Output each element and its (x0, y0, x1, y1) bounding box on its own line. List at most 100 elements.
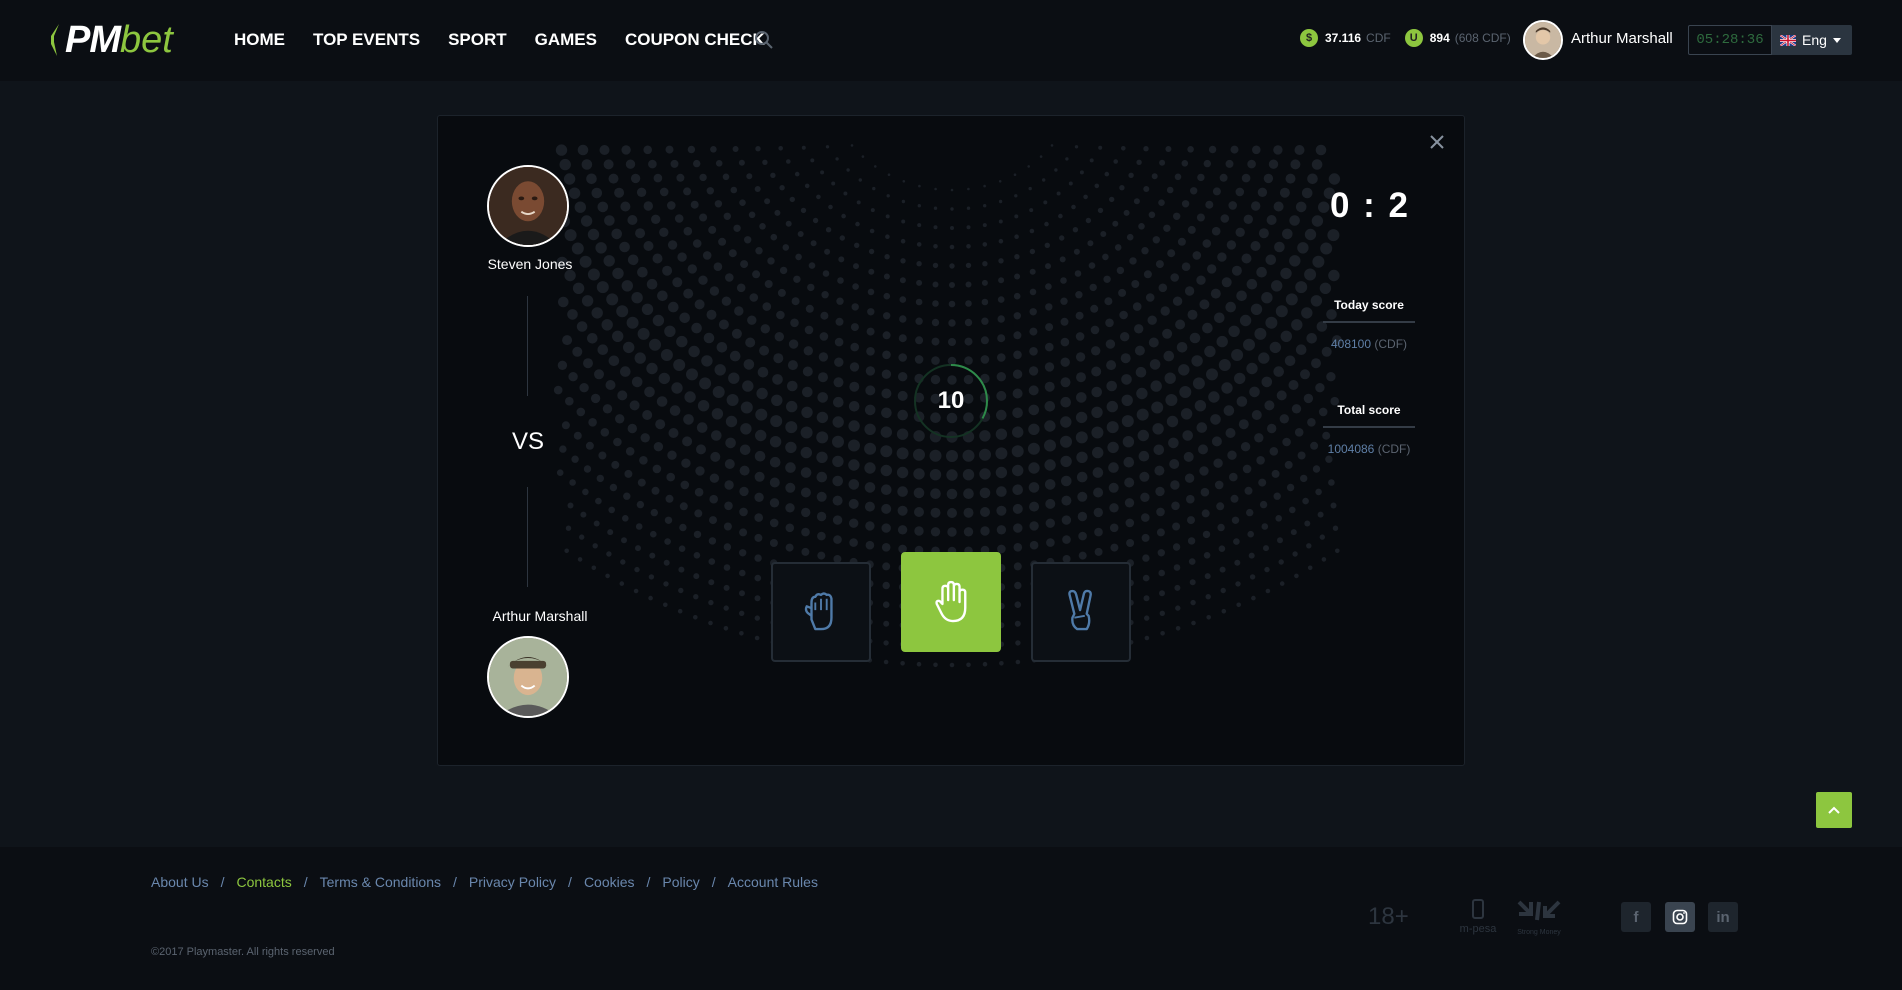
halftone-dot (742, 380, 754, 392)
footer-link-terms[interactable]: Terms & Conditions (320, 874, 441, 890)
user-name[interactable]: Arthur Marshall (1571, 30, 1673, 47)
footer-link-cookies[interactable]: Cookies (584, 874, 635, 890)
nav-games[interactable]: GAMES (535, 28, 597, 52)
halftone-dot (1206, 615, 1211, 620)
halftone-dot (1198, 444, 1208, 455)
halftone-dot (1269, 447, 1279, 456)
halftone-dot (915, 298, 923, 306)
halftone-dot (762, 159, 768, 165)
halftone-dot (1136, 159, 1142, 165)
halftone-dot (1077, 491, 1088, 502)
halftone-dot (576, 407, 586, 417)
nav-coupon-check[interactable]: COUPON CHECK (625, 28, 765, 52)
halftone-dot (712, 386, 725, 398)
halftone-dot (930, 527, 941, 537)
halftone-dot (849, 518, 859, 528)
footer-link-privacy[interactable]: Privacy Policy (469, 874, 556, 890)
today-score-value: 408100 (1330, 337, 1372, 351)
instagram-icon[interactable] (1665, 902, 1695, 932)
halftone-dot (616, 305, 629, 318)
halftone-dot (896, 466, 909, 479)
halftone-dot (598, 451, 607, 460)
halftone-dot (1164, 372, 1176, 384)
halftone-dot (1219, 173, 1228, 182)
halftone-dot (1013, 292, 1021, 300)
halftone-dot (755, 247, 763, 255)
halftone-dot (1247, 530, 1254, 538)
halftone-dot (1307, 418, 1316, 427)
user-avatar[interactable] (1523, 20, 1563, 60)
halftone-dot (899, 277, 906, 284)
halftone-dot (1166, 186, 1174, 194)
halftone-dot (669, 405, 681, 416)
halftone-dot (883, 273, 890, 280)
paper-button[interactable] (901, 552, 1001, 652)
halftone-dot (687, 264, 697, 274)
halftone-dot (1068, 181, 1073, 186)
halftone-dot (1060, 357, 1070, 367)
halftone-dot (1261, 523, 1269, 530)
halftone-dot (637, 266, 648, 278)
nav-top-events[interactable]: TOP EVENTS (313, 28, 420, 52)
close-icon[interactable] (1425, 130, 1449, 154)
halftone-dot (1091, 366, 1102, 377)
halftone-dot (828, 204, 833, 210)
halftone-dot (624, 469, 633, 478)
halftone-dot (1013, 562, 1022, 571)
halftone-dot (619, 241, 630, 253)
halftone-dot (693, 615, 698, 620)
hand-icon (935, 580, 967, 623)
halftone-dot (755, 408, 768, 421)
linkedin-icon[interactable]: in (1708, 902, 1738, 932)
halftone-dot (679, 312, 690, 324)
language-select[interactable]: Eng (1772, 25, 1852, 55)
halftone-dot (606, 293, 619, 306)
halftone-dot (1228, 325, 1240, 337)
halftone-dot (1216, 335, 1228, 348)
halftone-dot (1043, 200, 1048, 205)
halftone-dot (770, 172, 776, 178)
footer-link-contacts[interactable]: Contacts (236, 874, 291, 890)
halftone-dot (1241, 173, 1251, 183)
halftone-dot (1029, 501, 1040, 512)
halftone-dot (1261, 376, 1273, 388)
halftone-dot (1304, 228, 1317, 241)
nav-home[interactable]: HOME (234, 28, 285, 52)
rock-button[interactable] (771, 562, 871, 662)
halftone-dot (834, 357, 844, 367)
halftone-dot (1225, 301, 1236, 313)
pmbet-logo[interactable]: PM bet (49, 19, 173, 61)
halftone-dot (1029, 540, 1039, 550)
facebook-icon[interactable]: f (1621, 902, 1651, 932)
halftone-dot (1301, 187, 1313, 199)
halftone-dot (577, 144, 589, 156)
halftone-dot (1182, 430, 1193, 441)
halftone-dot (785, 503, 795, 513)
halftone-dot (769, 539, 778, 547)
scissors-button[interactable] (1031, 562, 1131, 662)
halftone-dot (913, 468, 925, 480)
halftone-dot (709, 494, 718, 504)
halftone-dot (1119, 185, 1125, 191)
halftone-dot (630, 173, 641, 184)
halftone-dot (1249, 386, 1260, 398)
halftone-dot (1132, 302, 1142, 311)
halftone-dot (1014, 601, 1022, 608)
halftone-dot (965, 281, 972, 288)
halftone-dot (1089, 158, 1094, 163)
search-icon[interactable] (754, 30, 774, 50)
halftone-dot (816, 451, 828, 463)
halftone-dot (1013, 523, 1023, 533)
halftone-dot (791, 297, 800, 306)
footer-link-about[interactable]: About Us (151, 874, 209, 890)
halftone-dot (764, 198, 771, 205)
footer-link-policy[interactable]: Policy (662, 874, 699, 890)
halftone-dot (604, 215, 615, 226)
halftone-dot (1106, 380, 1117, 392)
footer-link-account-rules[interactable]: Account Rules (728, 874, 818, 890)
halftone-dot (586, 173, 597, 185)
back-to-top-button[interactable] (1816, 792, 1852, 828)
nav-sport[interactable]: SPORT (448, 28, 507, 52)
halftone-dot (725, 415, 738, 428)
halftone-dot (981, 298, 989, 306)
